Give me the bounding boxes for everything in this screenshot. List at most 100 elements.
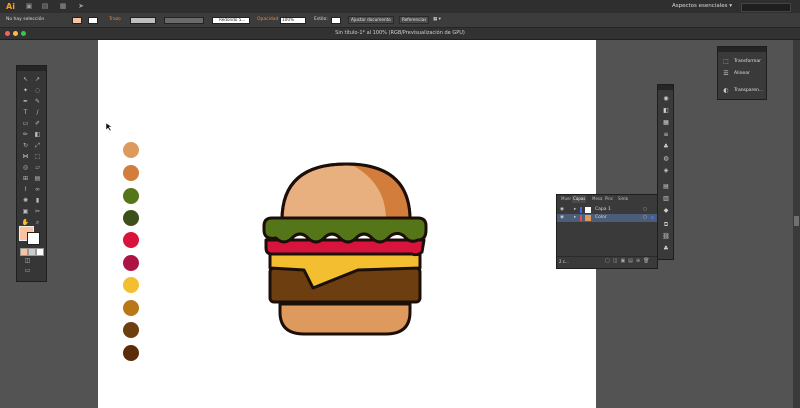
selection-tool-icon[interactable]: ↖ bbox=[21, 76, 30, 84]
brush-definition[interactable]: Redondo 5... bbox=[212, 17, 250, 24]
opacity-label[interactable]: Opacidad bbox=[257, 16, 278, 23]
style-swatch[interactable] bbox=[331, 17, 341, 24]
links-panel-icon[interactable]: ⛓ bbox=[661, 232, 671, 241]
asset-export-icon[interactable]: ♣ bbox=[661, 244, 671, 253]
symbol-sprayer-tool-icon[interactable]: ✺ bbox=[21, 197, 30, 205]
stroke-label[interactable]: Trazo bbox=[109, 16, 121, 23]
color-swatch[interactable] bbox=[123, 165, 139, 181]
screen-mode-icon[interactable]: ▭ bbox=[23, 267, 32, 275]
none-mode-icon[interactable] bbox=[36, 248, 44, 256]
perspective-grid-tool-icon[interactable]: ▱ bbox=[33, 164, 42, 172]
swatches-panel-icon[interactable]: ▦ bbox=[661, 118, 671, 127]
blend-tool-icon[interactable]: ∞ bbox=[33, 186, 42, 194]
gradient-mode-icon[interactable] bbox=[28, 248, 36, 256]
layer-row[interactable]: ◉ ▸ Capa 1 ○ bbox=[557, 206, 657, 214]
panel-header[interactable] bbox=[718, 47, 766, 52]
layer-name[interactable]: Capa 1 bbox=[595, 206, 611, 214]
curvature-tool-icon[interactable]: ✎ bbox=[33, 98, 42, 106]
rotate-tool-icon[interactable]: ↻ bbox=[21, 142, 30, 150]
line-tool-icon[interactable]: / bbox=[33, 109, 42, 117]
shape-builder-tool-icon[interactable]: ◎ bbox=[21, 164, 30, 172]
symbols-panel-icon[interactable]: ♣ bbox=[661, 142, 671, 151]
tab-simbolos[interactable]: Símb bbox=[617, 195, 629, 203]
align-label[interactable]: Alinear bbox=[734, 70, 750, 78]
slice-tool-icon[interactable]: ✂ bbox=[33, 208, 42, 216]
zoom-tool-icon[interactable]: ⌕ bbox=[33, 219, 42, 227]
send-icon[interactable]: ➤ bbox=[76, 2, 86, 10]
magic-wand-tool-icon[interactable]: ✦ bbox=[21, 87, 30, 95]
mesh-tool-icon[interactable]: ⊞ bbox=[21, 175, 30, 183]
workspace-switcher[interactable]: Aspectos esenciales ▾ bbox=[672, 3, 732, 9]
visibility-eye-icon[interactable]: ◉ bbox=[560, 206, 564, 214]
draw-mode-icon[interactable]: ◫ bbox=[23, 257, 32, 265]
width-tool-icon[interactable]: ⋈ bbox=[21, 153, 30, 161]
eyedropper-tool-icon[interactable]: ⌇ bbox=[21, 186, 30, 194]
appearance-panel-icon[interactable]: ◈ bbox=[661, 166, 671, 175]
layer-name[interactable]: Color bbox=[595, 214, 607, 222]
selection-indicator[interactable] bbox=[651, 216, 654, 219]
opacity-field[interactable]: 100% bbox=[280, 17, 306, 24]
color-swatch[interactable] bbox=[123, 300, 139, 316]
arrange-documents-icon[interactable]: ▦ bbox=[58, 2, 68, 10]
transform-label[interactable]: Transformar bbox=[734, 58, 761, 66]
color-mode-icon[interactable] bbox=[20, 248, 28, 256]
gradient-panel-icon[interactable]: ▥ bbox=[661, 194, 671, 203]
align-icon[interactable]: ☰ bbox=[721, 69, 731, 78]
fill-color-swatch[interactable] bbox=[72, 17, 82, 24]
layers-panel-icon[interactable]: ◆ bbox=[661, 206, 671, 215]
tools-panel-header[interactable] bbox=[17, 66, 46, 71]
color-guide-icon[interactable]: ◧ bbox=[661, 106, 671, 115]
scale-tool-icon[interactable]: ⤢ bbox=[33, 142, 42, 150]
scrollbar-thumb[interactable] bbox=[794, 216, 799, 226]
artboard-tool-icon[interactable]: ▣ bbox=[21, 208, 30, 216]
gradient-tool-icon[interactable]: ▤ bbox=[33, 175, 42, 183]
tab-pinceles[interactable]: Pinc bbox=[604, 195, 614, 203]
tab-mesas[interactable]: Mesa bbox=[591, 195, 603, 203]
artboard[interactable] bbox=[98, 40, 596, 408]
lasso-tool-icon[interactable]: ◌ bbox=[33, 87, 42, 95]
vertical-scrollbar[interactable] bbox=[793, 40, 800, 408]
color-swatch[interactable] bbox=[123, 322, 139, 338]
graphic-styles-icon[interactable]: ◍ bbox=[661, 154, 671, 163]
stroke-color-swatch[interactable] bbox=[88, 17, 98, 24]
tab-capas[interactable]: Capas bbox=[572, 195, 587, 203]
eraser-tool-icon[interactable]: ◧ bbox=[33, 131, 42, 139]
transparency-icon[interactable]: ◐ bbox=[721, 86, 731, 95]
stroke-weight-field[interactable] bbox=[130, 17, 156, 24]
arrange-icon[interactable]: ▦ ▾ bbox=[433, 16, 441, 23]
variable-width-profile[interactable] bbox=[164, 17, 204, 24]
dock-header[interactable] bbox=[658, 85, 673, 90]
layer-actions-icon[interactable]: ▢◫▣▤⊕🗑 bbox=[605, 258, 652, 264]
brushes-panel-icon[interactable]: ≡ bbox=[661, 130, 671, 139]
visibility-eye-icon[interactable]: ◉ bbox=[560, 214, 564, 222]
pencil-tool-icon[interactable]: ✏ bbox=[21, 131, 30, 139]
color-swatch[interactable] bbox=[123, 277, 139, 293]
artboards-panel-icon[interactable]: ⧉ bbox=[661, 220, 671, 229]
graph-tool-icon[interactable]: ▮ bbox=[33, 197, 42, 205]
color-swatch[interactable] bbox=[123, 142, 139, 158]
adjust-document-button[interactable]: Ajustar documento bbox=[348, 16, 394, 24]
references-button[interactable]: Referencias bbox=[399, 16, 430, 24]
rectangle-tool-icon[interactable]: ▭ bbox=[21, 120, 30, 128]
target-icon[interactable]: ○ bbox=[643, 206, 647, 214]
transparency-label[interactable]: Transparen... bbox=[734, 87, 763, 95]
type-tool-icon[interactable]: T bbox=[21, 109, 30, 117]
search-input[interactable] bbox=[741, 3, 791, 12]
burger-illustration[interactable] bbox=[258, 156, 434, 338]
stroke-panel-icon[interactable]: ▤ bbox=[661, 182, 671, 191]
color-swatch[interactable] bbox=[123, 210, 139, 226]
direct-selection-tool-icon[interactable]: ↗ bbox=[33, 76, 42, 84]
transform-icon[interactable]: ⬚ bbox=[721, 57, 731, 66]
color-swatch[interactable] bbox=[123, 232, 139, 248]
target-icon[interactable]: ○ bbox=[643, 214, 647, 222]
layer-row[interactable]: ◉ ▸ Color ○ bbox=[557, 214, 657, 222]
color-swatch[interactable] bbox=[123, 188, 139, 204]
expand-arrow-icon[interactable]: ▸ bbox=[574, 214, 576, 222]
bridge-icon[interactable]: ▣ bbox=[24, 2, 34, 10]
stock-icon[interactable]: ▤ bbox=[40, 2, 50, 10]
expand-arrow-icon[interactable]: ▸ bbox=[574, 206, 576, 214]
paintbrush-tool-icon[interactable]: ✐ bbox=[33, 120, 42, 128]
free-transform-tool-icon[interactable]: ⬚ bbox=[33, 153, 42, 161]
color-swatch[interactable] bbox=[123, 345, 139, 361]
pen-tool-icon[interactable]: ✒ bbox=[21, 98, 30, 106]
